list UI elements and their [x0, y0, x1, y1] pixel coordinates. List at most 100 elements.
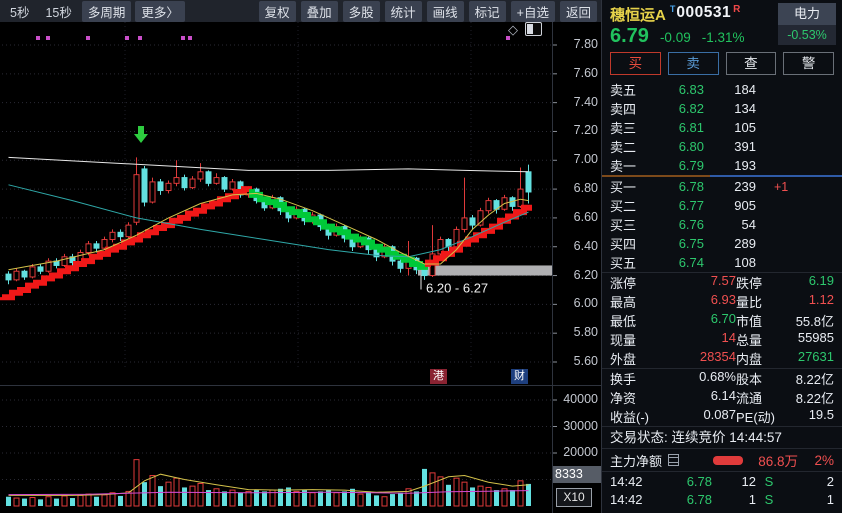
detail-list-icon[interactable]: [668, 454, 680, 466]
ma-white: [8, 156, 529, 173]
tick-price: 6.78: [686, 491, 712, 507]
bid-label: 买三: [610, 218, 637, 233]
sector-name[interactable]: 电力: [778, 3, 836, 25]
tick-list[interactable]: 14:426.7812S214:426.781S114:426.796S1: [602, 472, 842, 513]
ask-row[interactable]: 卖一 6.79 193: [602, 156, 842, 175]
signal-dots: [36, 36, 510, 40]
ask-label: 卖三: [610, 121, 637, 136]
ask-label: 卖五: [610, 83, 637, 98]
period-menu: 5秒 15秒 多周期 更多〉: [0, 0, 185, 22]
tick-row: 14:42 6.78 12 S 2: [602, 472, 842, 490]
stat-cell: 市值 55.8亿: [736, 311, 834, 330]
indicator-step-line: [0, 186, 252, 301]
ask-row[interactable]: 卖三 6.81 105: [602, 118, 842, 137]
stat-key: 最低: [610, 314, 637, 329]
action-button-查[interactable]: 查: [725, 52, 777, 75]
bid-row[interactable]: 买三 6.76 54: [602, 215, 842, 234]
stat-value: 6.19: [808, 273, 834, 288]
bid-volume: 239: [734, 179, 756, 194]
stats-block-bottom: 换手 0.68% 股本 8.22亿 净资 6.14 流通 8.22亿 收益(-) 0.087 PE(…: [602, 369, 842, 426]
stat-value: 0.68%: [699, 369, 736, 384]
ask-volume: 105: [734, 120, 756, 135]
stat-cell: 总量 55985: [736, 330, 834, 349]
toolbar-item-更多〉[interactable]: 更多〉: [135, 0, 185, 22]
tick-time: 14:42: [610, 491, 643, 507]
tick-volume: 1: [748, 491, 756, 507]
order-book: 卖五 6.83 184 卖四 6.82 134 卖三 6.81 105 卖二 6.80 391 卖一 6.…: [602, 80, 842, 272]
tick-volume: 12: [741, 473, 756, 489]
tick-side: S: [756, 510, 782, 513]
toolbar-item-15秒[interactable]: 15秒: [39, 1, 77, 22]
stock-name: 穗恒运A: [610, 7, 666, 24]
price-band: [418, 265, 552, 276]
trade-actions: 买卖查警: [602, 50, 842, 80]
price-change-pct: -1.31%: [701, 30, 745, 45]
stat-key: 外盘: [610, 352, 637, 367]
toolbar-button-标记[interactable]: 标记: [468, 0, 506, 22]
market-tab-财[interactable]: 财: [511, 369, 528, 384]
market-tab-港[interactable]: 港: [430, 369, 447, 384]
stat-value: 14: [721, 330, 736, 345]
pane-divider[interactable]: [0, 385, 601, 386]
bid-price: 6.74: [678, 255, 704, 270]
action-button-卖[interactable]: 卖: [667, 52, 719, 75]
bid-row[interactable]: 买二 6.77 905: [602, 196, 842, 215]
bid-volume: 54: [741, 217, 756, 232]
bid-price: 6.75: [678, 236, 704, 251]
ask-label: 卖四: [610, 102, 637, 117]
action-button-买[interactable]: 买: [610, 52, 661, 75]
toolbar-button-返回[interactable]: 返回: [559, 0, 597, 22]
stat-value: 8.22亿: [795, 391, 834, 406]
ask-row[interactable]: 卖二 6.80 391: [602, 137, 842, 156]
price-line: 6.79 -0.09 -1.31%: [610, 25, 745, 48]
tick-volume: 6: [712, 510, 756, 513]
toolbar-button-统计[interactable]: 统计: [384, 0, 422, 22]
toolbar-button-多股[interactable]: 多股: [342, 0, 380, 22]
session-status: 交易状态: 连续竞价 14:44:57: [602, 427, 842, 448]
sector-box[interactable]: 电力 -0.53%: [778, 3, 836, 45]
ask-row[interactable]: 卖四 6.82 134: [602, 99, 842, 118]
tick-time: 14:42: [610, 510, 650, 513]
stat-cell: 股本 8.22亿: [736, 369, 834, 388]
bid-row[interactable]: 买一 6.78 239 +1: [602, 177, 842, 196]
session-value: 连续竞价: [671, 430, 726, 445]
bid-volume: 289: [734, 236, 756, 251]
toolbar-item-5秒[interactable]: 5秒: [4, 1, 35, 22]
stat-key: 换手: [610, 372, 637, 387]
toolbar-button-画线[interactable]: 画线: [426, 0, 464, 22]
tick-count: 1: [782, 510, 834, 513]
stat-value: 0.087: [703, 407, 736, 422]
stat-row: 最高 6.93 量比 1.12: [602, 292, 842, 311]
toolbar-button-叠加[interactable]: 叠加: [300, 0, 338, 22]
bid-row[interactable]: 买四 6.75 289: [602, 234, 842, 253]
ask-row[interactable]: 卖五 6.83 184: [602, 80, 842, 99]
bid-price: 6.77: [678, 198, 704, 213]
last-price: 6.79: [610, 25, 649, 47]
stat-key: 股本: [736, 372, 763, 387]
ask-label: 卖二: [610, 140, 637, 155]
stat-cell: 涨停 7.57: [610, 273, 736, 292]
stock-flag-r: R: [733, 4, 741, 15]
action-button-警[interactable]: 警: [783, 52, 834, 75]
stock-identity: 穗恒运A T 000531 R: [610, 4, 740, 25]
stat-value: 55985: [797, 330, 834, 345]
toolbar-button-复权[interactable]: 复权: [258, 0, 296, 22]
stat-value: 6.93: [710, 292, 736, 307]
stat-value: 8.22亿: [795, 372, 834, 387]
stock-superscript-t: T: [669, 4, 676, 14]
stat-cell: PE(动) 19.5: [736, 407, 834, 426]
volume-multiplier[interactable]: X10: [556, 488, 592, 507]
tick-side: S: [764, 473, 774, 489]
ask-price: 6.80: [678, 139, 704, 154]
stat-cell: 跌停 6.19: [736, 273, 834, 292]
bid-delta: +1: [774, 179, 789, 194]
stat-row: 外盘 28354 内盘 27631: [602, 349, 842, 368]
toolbar-button-+自选[interactable]: +自选: [510, 0, 555, 22]
stat-row: 净资 6.14 流通 8.22亿: [602, 388, 842, 407]
bid-row[interactable]: 买五 6.74 108: [602, 253, 842, 272]
stat-key: 内盘: [736, 352, 763, 367]
axis-divider: [552, 22, 553, 513]
volume-chart[interactable]: [0, 385, 601, 513]
main-price-chart[interactable]: 6.20 - 6.27: [0, 22, 601, 385]
toolbar-item-多周期[interactable]: 多周期: [81, 0, 132, 22]
